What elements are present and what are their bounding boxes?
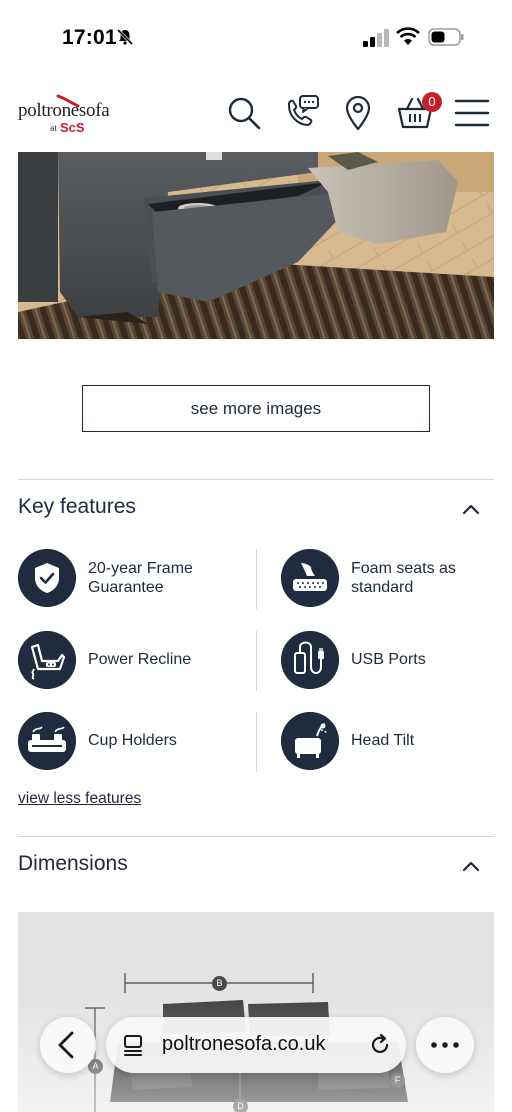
see-more-images-button[interactable]: see more images [82,385,430,432]
feature-item: Power Recline [18,631,248,691]
phone-chat-icon[interactable] [283,94,321,132]
browser-more-button[interactable] [416,1017,474,1073]
recliner-photo [18,152,494,339]
divider [18,479,494,480]
head-tilt-icon [281,712,339,770]
site-header: poltronesofa at ScS 0 [0,78,512,148]
bell-muted-icon [116,28,134,46]
browser-address-bar[interactable]: poltronesofa.co.uk [106,1017,406,1073]
chevron-up-icon[interactable] [461,859,481,873]
usb-port-icon [281,631,339,689]
shield-check-icon [18,549,76,607]
dimensions-title[interactable]: Dimensions [18,852,128,876]
feature-label: Foam seats as standard [351,560,456,596]
search-icon[interactable] [225,94,263,132]
divider [256,631,257,691]
feature-label: Head Tilt [351,732,415,749]
divider [256,549,257,609]
location-pin-icon[interactable] [339,94,377,132]
more-icon [431,1042,459,1048]
feature-item: Foam seats as standard [281,549,493,609]
feature-item: 20-year Frame Guarantee [18,549,248,609]
feature-label: USB Ports [351,651,426,668]
feature-label: Cup Holders [88,732,177,749]
feature-item: Cup Holders [18,712,248,772]
feature-item: USB Ports [281,631,493,691]
key-features-title[interactable]: Key features [18,495,136,519]
chevron-up-icon[interactable] [461,502,481,516]
marker-b: B [212,976,227,991]
status-bar: 17:01 [0,0,512,70]
divider [256,712,257,772]
brand-logo[interactable]: poltronesofa at ScS [18,88,118,138]
back-icon [58,1031,74,1059]
status-time: 17:01 [62,26,117,49]
menu-icon[interactable] [453,94,491,132]
view-less-features-link[interactable]: view less features [18,790,141,808]
divider [18,836,494,837]
power-recline-icon [18,631,76,689]
browser-back-button[interactable] [40,1017,96,1073]
logo-brand-text: poltronesofa [18,100,110,121]
browser-url-text[interactable]: poltronesofa.co.uk [162,1033,325,1056]
signal-icon [363,29,389,47]
tabs-icon[interactable] [122,1033,146,1057]
reload-icon[interactable] [368,1033,392,1057]
logo-at-text: at [50,124,57,133]
logo-partner-text: ScS [60,120,85,135]
battery-icon [428,28,464,46]
feature-item: Head Tilt [281,712,493,772]
cup-holder-icon [18,712,76,770]
foam-seat-icon [281,549,339,607]
cart-count-badge: 0 [422,92,442,112]
wifi-icon [396,27,420,45]
product-image[interactable] [18,152,494,339]
feature-label: Power Recline [88,651,192,668]
feature-label: 20-year Frame Guarantee [88,560,193,596]
